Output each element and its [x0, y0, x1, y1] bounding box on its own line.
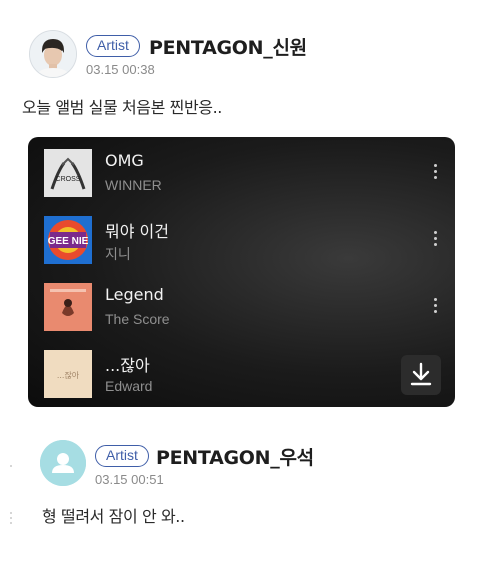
avatar[interactable] [29, 30, 77, 78]
album-cover: ...잖아 [44, 350, 92, 398]
track-row[interactable]: Legend The Score [28, 274, 455, 334]
track-artist: The Score [105, 311, 170, 327]
album-cover: GEE NIE [44, 216, 92, 264]
more-options-icon[interactable] [428, 164, 442, 184]
thread-line-marker [10, 465, 13, 470]
author-name[interactable]: PENTAGON_우석 [156, 443, 314, 470]
track-artist: Edward [105, 378, 153, 394]
artist-badge: Artist [86, 35, 140, 57]
track-title: Legend [105, 285, 164, 304]
timestamp: 03.15 00:51 [95, 472, 164, 487]
more-options-icon[interactable] [428, 231, 442, 251]
timestamp: 03.15 00:38 [86, 62, 155, 77]
download-icon [410, 362, 432, 386]
track-row[interactable]: ...잖아 ...잖아 Edward [28, 341, 455, 401]
track-title: OMG [105, 151, 144, 170]
more-options-icon[interactable] [428, 298, 442, 318]
track-title: ...잖아 [105, 356, 150, 375]
track-title: 뭐야 이건 [105, 222, 169, 241]
cover-text: CROSS [56, 176, 81, 183]
cover-text: ...잖아 [57, 370, 80, 380]
track-row[interactable]: GEE NIE 뭐야 이건 지니 [28, 207, 455, 267]
post-text: 형 떨려서 잠이 안 와.. [42, 507, 185, 526]
music-playlist-card: CROSS OMG WINNER GEE NIE 뭐야 이건 지니 Legend… [28, 137, 455, 407]
avatar[interactable] [40, 440, 86, 486]
track-row[interactable]: CROSS OMG WINNER [28, 140, 455, 200]
thread-line-marker [10, 512, 13, 527]
album-cover: CROSS [44, 149, 92, 197]
post-text: 오늘 앨범 실물 처음본 찐반응.. [22, 98, 222, 117]
download-button[interactable] [401, 355, 441, 395]
album-cover [44, 283, 92, 331]
author-name[interactable]: PENTAGON_신원 [149, 33, 307, 60]
artist-badge: Artist [95, 445, 149, 467]
track-artist: WINNER [105, 177, 162, 193]
cover-text: GEE NIE [48, 236, 89, 247]
default-user-icon [40, 440, 86, 486]
track-artist: 지니 [105, 246, 131, 262]
